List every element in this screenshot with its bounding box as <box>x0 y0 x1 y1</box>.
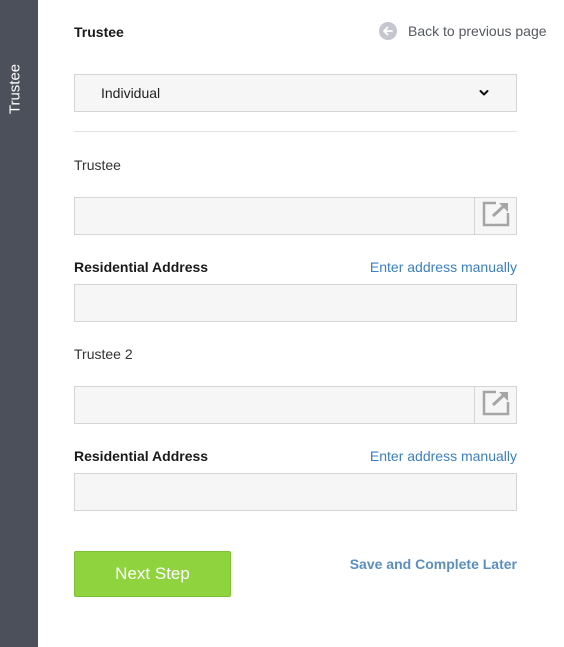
trustee-2-label: Trustee 2 <box>74 346 133 362</box>
trustee-type-select[interactable]: Individual <box>74 74 517 112</box>
back-link-label: Back to previous page <box>408 23 547 39</box>
back-to-previous-page-link[interactable]: Back to previous page <box>379 22 547 40</box>
trustee-1-label: Trustee <box>74 157 121 173</box>
back-arrow-icon <box>379 22 397 40</box>
trustee-1-address-input[interactable] <box>74 284 517 322</box>
trustee-2-enter-address-manually-link[interactable]: Enter address manually <box>370 448 517 464</box>
main-panel: Trustee Back to previous page Individual… <box>38 0 564 647</box>
section-title: Trustee <box>74 24 124 40</box>
trustee-1-field <box>74 197 517 235</box>
external-link-icon <box>482 201 510 232</box>
trustee-2-field <box>74 386 517 424</box>
sidebar: Trustee <box>0 0 38 647</box>
next-step-button[interactable]: Next Step <box>74 551 231 597</box>
trustee-2-address-input[interactable] <box>74 473 517 511</box>
trustee-type-selected-value: Individual <box>101 85 161 101</box>
divider <box>74 131 517 132</box>
sidebar-label: Trustee <box>6 63 24 115</box>
trustee-2-input[interactable] <box>75 387 474 423</box>
trustee-1-enter-address-manually-link[interactable]: Enter address manually <box>370 259 517 275</box>
save-and-complete-later-link[interactable]: Save and Complete Later <box>350 556 517 572</box>
trustee-1-address-label: Residential Address <box>74 259 209 275</box>
trustee-1-lookup-button[interactable] <box>474 198 516 234</box>
trustee-2-address-label: Residential Address <box>74 448 209 464</box>
trustee-1-input[interactable] <box>75 198 474 234</box>
trustee-2-lookup-button[interactable] <box>474 387 516 423</box>
chevron-down-icon <box>478 86 490 104</box>
external-link-icon <box>482 390 510 421</box>
